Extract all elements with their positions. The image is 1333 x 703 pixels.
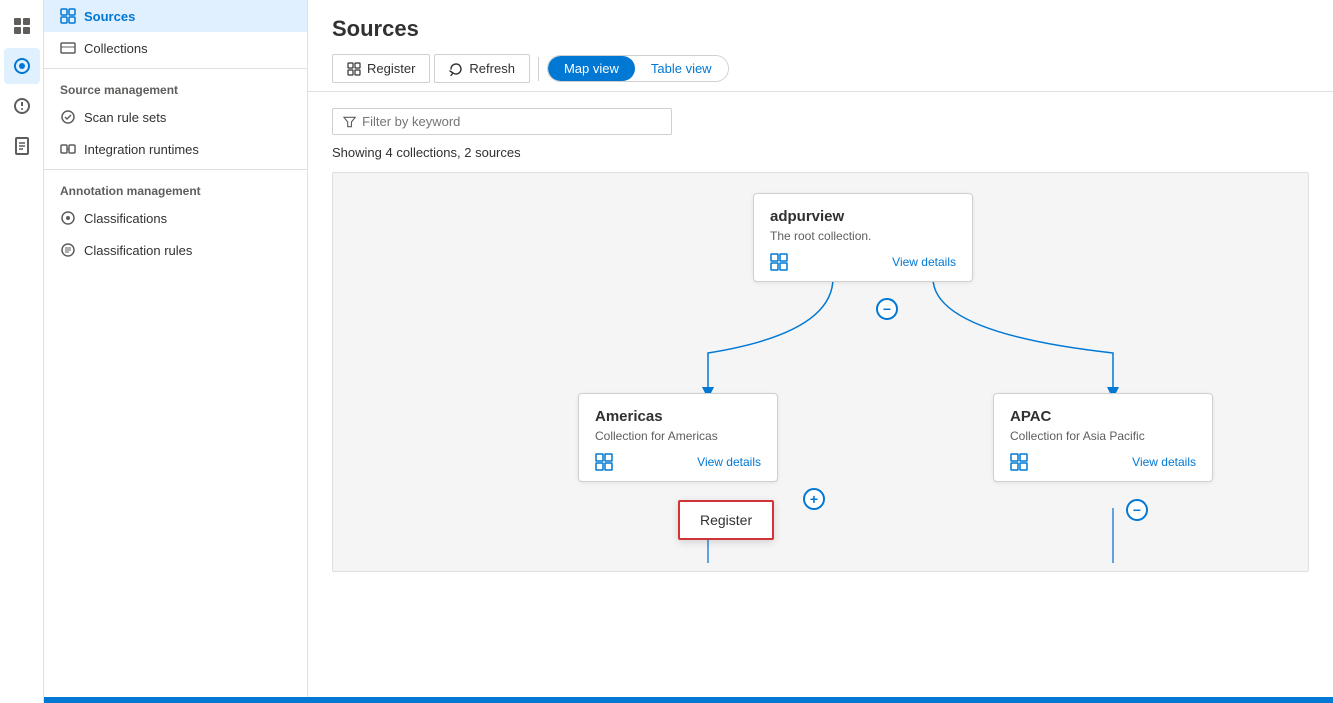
apac-card: APAC Collection for Asia Pacific View de… — [993, 393, 1213, 482]
scan-rule-sets-label: Scan rule sets — [84, 110, 166, 125]
view-toggle: Map view Table view — [547, 55, 729, 82]
root-card-footer: View details — [770, 253, 956, 271]
americas-view-details-link[interactable]: View details — [697, 455, 761, 469]
root-collapse-button[interactable]: − — [876, 298, 898, 320]
main-content: Sources Register Refresh Ma — [308, 0, 1333, 703]
sidebar-item-scan-rule-sets[interactable]: Scan rule sets — [44, 101, 307, 133]
sidebar-item-classification-rules[interactable]: Classification rules — [44, 234, 307, 266]
classifications-icon — [60, 210, 76, 226]
nav-home-icon[interactable] — [4, 8, 40, 44]
page-title: Sources — [332, 16, 1309, 42]
scan-rule-icon — [60, 109, 76, 125]
root-view-details-link[interactable]: View details — [892, 255, 956, 269]
americas-expand-button[interactable]: + — [803, 488, 825, 510]
register-popup-label: Register — [700, 512, 752, 528]
toolbar-divider — [538, 57, 539, 81]
filter-input-container[interactable] — [332, 108, 672, 135]
collections-label: Collections — [84, 41, 148, 56]
integration-icon — [60, 141, 76, 157]
table-view-button[interactable]: Table view — [635, 56, 728, 81]
nav-insights-icon[interactable] — [4, 88, 40, 124]
americas-grid-icon — [595, 453, 613, 471]
americas-card: Americas Collection for Americas View de… — [578, 393, 778, 482]
showing-text: Showing 4 collections, 2 sources — [332, 145, 1309, 160]
toolbar: Register Refresh Map view Table view — [332, 54, 1309, 91]
classification-rules-icon — [60, 242, 76, 258]
divider-1 — [44, 68, 307, 69]
register-popup[interactable]: Register — [678, 500, 774, 540]
sidebar-item-sources[interactable]: Sources — [44, 0, 307, 32]
apac-grid-icon — [1010, 453, 1028, 471]
source-management-header: Source management — [44, 73, 307, 101]
sidebar: Sources Collections Source management Sc… — [44, 0, 308, 703]
sources-label: Sources — [84, 9, 135, 24]
apac-card-title: APAC — [1010, 408, 1196, 425]
sidebar-item-classifications[interactable]: Classifications — [44, 202, 307, 234]
filter-bar — [332, 108, 1309, 135]
americas-card-title: Americas — [595, 408, 761, 425]
main-body: Showing 4 collections, 2 sources — [308, 92, 1333, 703]
page-header: Sources Register Refresh Ma — [308, 0, 1333, 92]
root-card-desc: The root collection. — [770, 229, 956, 243]
filter-keyword-input[interactable] — [362, 114, 661, 129]
sources-icon — [60, 8, 76, 24]
americas-card-desc: Collection for Americas — [595, 429, 761, 443]
root-card-title: adpurview — [770, 208, 956, 225]
apac-view-details-link[interactable]: View details — [1132, 455, 1196, 469]
nav-catalog-icon[interactable] — [4, 48, 40, 84]
apac-card-footer: View details — [1010, 453, 1196, 471]
root-collection-card: adpurview The root collection. View deta… — [753, 193, 973, 282]
apac-collapse-button[interactable]: − — [1126, 499, 1148, 521]
register-icon — [347, 62, 361, 76]
filter-icon — [343, 115, 356, 129]
root-grid-icon — [770, 253, 788, 271]
refresh-button[interactable]: Refresh — [434, 54, 530, 83]
classifications-label: Classifications — [84, 211, 167, 226]
americas-card-footer: View details — [595, 453, 761, 471]
sidebar-item-integration-runtimes[interactable]: Integration runtimes — [44, 133, 307, 165]
map-area[interactable]: adpurview The root collection. View deta… — [332, 172, 1309, 572]
nav-policy-icon[interactable] — [4, 128, 40, 164]
annotation-management-header: Annotation management — [44, 174, 307, 202]
sidebar-item-collections[interactable]: Collections — [44, 32, 307, 64]
classification-rules-label: Classification rules — [84, 243, 192, 258]
apac-card-desc: Collection for Asia Pacific — [1010, 429, 1196, 443]
bottom-bar — [0, 697, 1333, 703]
register-button[interactable]: Register — [332, 54, 430, 83]
integration-runtimes-label: Integration runtimes — [84, 142, 199, 157]
collections-icon — [60, 40, 76, 56]
refresh-icon — [449, 62, 463, 76]
nav-icons-column — [0, 0, 44, 703]
divider-2 — [44, 169, 307, 170]
map-view-button[interactable]: Map view — [548, 56, 635, 81]
